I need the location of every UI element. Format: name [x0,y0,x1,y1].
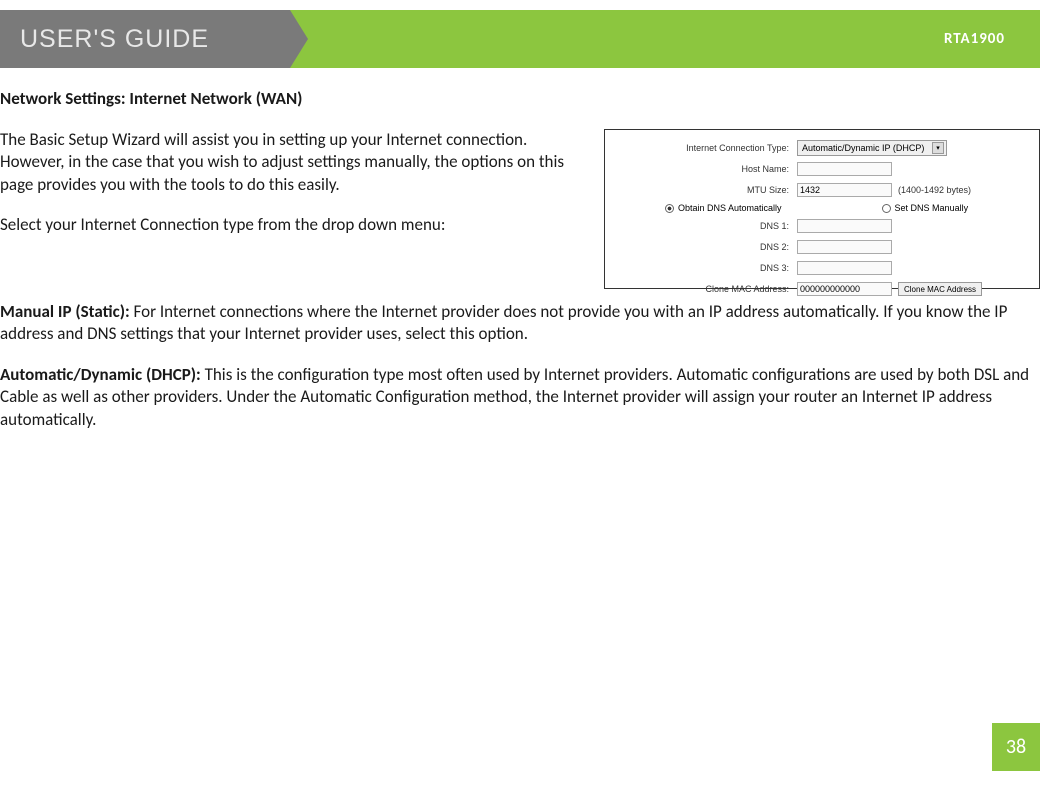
model-number: RTA1900 [944,30,1005,48]
dns3-input[interactable] [797,261,892,275]
intro-text-column: The Basic Setup Wizard will assist you i… [0,129,590,289]
clone-mac-row: Clone MAC Address: Clone MAC Address [617,281,1027,297]
intro-paragraph: The Basic Setup Wizard will assist you i… [0,129,590,196]
guide-title: USER'S GUIDE [20,25,209,54]
host-name-label: Host Name: [617,164,797,174]
dhcp-label: Automatic/Dynamic (DHCP): [0,364,201,385]
manual-ip-paragraph: Manual IP (Static): For Internet connect… [0,301,1040,346]
clone-mac-input[interactable] [797,282,892,296]
section-title: Network Settings: Internet Network (WAN) [0,88,1040,109]
dns1-row: DNS 1: [617,218,1027,234]
page-header: USER'S GUIDE RTA1900 [0,10,1040,68]
manual-ip-body: For Internet connections where the Inter… [0,301,1007,344]
dns2-input[interactable] [797,240,892,254]
dns1-label: DNS 1: [617,221,797,231]
dns3-row: DNS 3: [617,260,1027,276]
dns-manual-option[interactable]: Set DNS Manually [882,203,969,213]
mtu-row: MTU Size: (1400-1492 bytes) [617,182,1027,198]
dns2-label: DNS 2: [617,242,797,252]
clone-mac-label: Clone MAC Address: [617,284,797,294]
conn-type-row: Internet Connection Type: Automatic/Dyna… [617,140,1027,156]
content-area: Network Settings: Internet Network (WAN)… [0,68,1040,431]
intro-row: The Basic Setup Wizard will assist you i… [0,129,1040,289]
mtu-hint: (1400-1492 bytes) [892,185,971,195]
manual-ip-label: Manual IP (Static): [0,301,130,322]
mtu-input[interactable] [797,183,892,197]
radio-checked-icon [665,204,674,213]
dropdown-arrow-icon: ▾ [932,142,944,154]
dhcp-paragraph: Automatic/Dynamic (DHCP): This is the co… [0,364,1040,431]
dns-auto-label: Obtain DNS Automatically [678,203,782,213]
dns-auto-option[interactable]: Obtain DNS Automatically [665,203,782,213]
page-number-value: 38 [1006,735,1026,759]
page-number-badge: 38 [992,723,1040,771]
conn-type-value: Automatic/Dynamic IP (DHCP) [802,143,924,153]
router-settings-screenshot: Internet Connection Type: Automatic/Dyna… [604,129,1040,289]
mtu-label: MTU Size: [617,185,797,195]
dns2-row: DNS 2: [617,239,1027,255]
host-name-input[interactable] [797,162,892,176]
dns-radio-row: Obtain DNS Automatically Set DNS Manuall… [665,203,1027,213]
conn-type-select[interactable]: Automatic/Dynamic IP (DHCP) ▾ [797,140,947,156]
dns1-input[interactable] [797,219,892,233]
conn-type-label: Internet Connection Type: [617,143,797,153]
header-left-tab: USER'S GUIDE [0,10,290,68]
dns-manual-label: Set DNS Manually [895,203,969,213]
clone-mac-button[interactable]: Clone MAC Address [898,282,982,296]
radio-unchecked-icon [882,204,891,213]
host-name-row: Host Name: [617,161,1027,177]
select-prompt-paragraph: Select your Internet Connection type fro… [0,214,590,236]
dns3-label: DNS 3: [617,263,797,273]
